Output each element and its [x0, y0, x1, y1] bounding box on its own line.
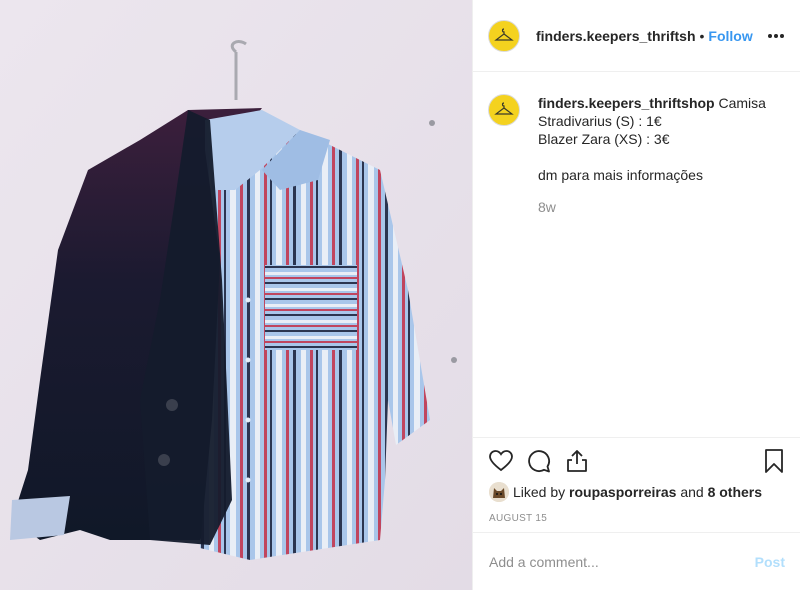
caption-text: finders.keepers_thriftshop Camisa Stradi… [538, 94, 766, 216]
post-details-panel: finders.keepers_thriftsh • Follow finder… [472, 0, 800, 590]
cat-avatar-icon [489, 482, 509, 502]
hanger-logo-icon [494, 27, 514, 41]
comment-button[interactable] [526, 448, 552, 474]
comment-icon [528, 450, 550, 473]
post-comment-button[interactable]: Post [755, 554, 785, 570]
post-caption: finders.keepers_thriftshop Camisa Stradi… [488, 94, 788, 216]
caption-footer: dm para mais informações [538, 167, 703, 183]
likes-others-count[interactable]: 8 others [708, 484, 762, 500]
profile-avatar[interactable] [488, 19, 520, 52]
instagram-post: finders.keepers_thriftsh • Follow finder… [0, 0, 800, 590]
share-icon [567, 450, 587, 472]
post-photo[interactable] [0, 0, 472, 590]
likes-conjunction: and [680, 484, 704, 500]
post-header: finders.keepers_thriftsh • Follow [473, 0, 800, 72]
likes-prefix: Liked by [513, 484, 566, 500]
comment-form: Post [473, 532, 800, 590]
heart-icon [489, 450, 513, 472]
caption-username[interactable]: finders.keepers_thriftshop [538, 95, 715, 111]
caption-age[interactable]: 8w [538, 198, 766, 216]
clothing-photo [0, 0, 472, 590]
follow-button[interactable]: Follow [708, 28, 752, 44]
caption-line-2: Blazer Zara (XS) : 3€ [538, 131, 670, 147]
action-icons-row [473, 438, 800, 484]
more-icon [768, 34, 784, 38]
share-button[interactable] [564, 448, 590, 474]
comment-input[interactable] [489, 553, 755, 570]
caption-line-1: Stradivarius (S) : 1€ [538, 113, 662, 129]
header-username[interactable]: finders.keepers_thriftsh [536, 28, 696, 44]
post-date[interactable]: AUGUST 15 [489, 513, 547, 524]
more-options-button[interactable] [767, 26, 785, 44]
header-separator: • [699, 27, 705, 44]
save-button[interactable] [761, 448, 787, 474]
likes-summary: Liked by roupasporreiras and 8 others [489, 482, 762, 502]
bookmark-icon [765, 449, 783, 473]
like-button[interactable] [488, 448, 514, 474]
caption-first-line: Camisa [718, 95, 766, 111]
caption-avatar[interactable] [488, 94, 520, 126]
post-actions: Liked by roupasporreiras and 8 others AU… [473, 437, 800, 524]
liked-by-user[interactable]: roupasporreiras [569, 484, 676, 500]
liker-avatar[interactable] [489, 482, 509, 502]
hanger-logo-icon [494, 102, 514, 115]
